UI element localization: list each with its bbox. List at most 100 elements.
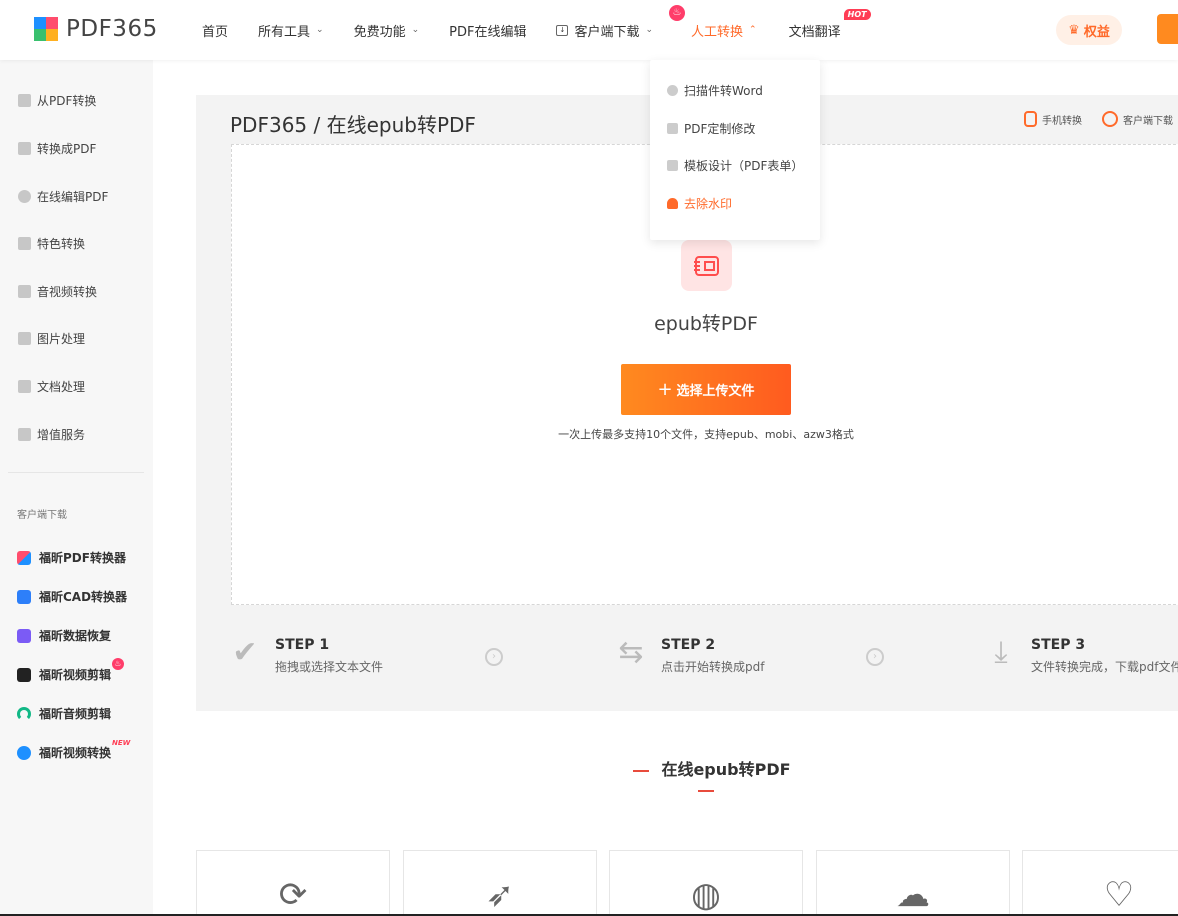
scan-icon [667,85,678,96]
download-icon: ↓ [556,24,569,36]
login-button[interactable] [1157,14,1178,44]
phone-icon [1024,111,1037,127]
dropdown-item-label: 模板设计（PDF表单） [684,159,804,173]
edit-icon [18,190,31,203]
convert-to-icon [18,142,31,155]
feature-card: ☁ [816,850,1010,916]
sidebar-item-value-added[interactable]: 增值服务 [18,426,85,443]
shield-icon [18,237,31,250]
mobile-convert-link[interactable]: 手机转换 [1024,111,1082,127]
feature-card: ➶ [403,850,597,916]
nav-doc-translate[interactable]: 文档翻译 HOT [789,8,871,40]
sidebar-item-document[interactable]: 文档处理 [18,378,85,395]
benefits-label: 权益 [1083,24,1110,40]
feature-card: ◍ [609,850,803,916]
app-label: 福昕视频剪辑 [39,668,112,682]
main-nav: 首页 所有工具 ⌄ 免费功能 ⌄ PDF在线编辑 ↓ 客户端下载 ⌄ ♨ 人工转换 ⌃ 文档… [202,0,871,60]
dropdown-item-label: 扫描件转Word [684,84,763,98]
rocket-icon: ➶ [485,875,515,915]
chevron-down-icon: ⌄ [316,25,324,35]
nav-pdf-edit[interactable]: PDF在线编辑 [449,21,526,40]
dropdown-item-remove-watermark[interactable]: 去除水印 [667,195,732,212]
sidebar-item-av[interactable]: 音视频转换 [18,283,97,300]
step-title: STEP 3 [1031,637,1086,653]
nav-home[interactable]: 首页 [202,21,228,40]
image-icon [18,332,31,345]
app-video-editor[interactable]: 福昕视频剪辑 ♨ [17,658,124,683]
sidebar-item-label: 在线编辑PDF [37,190,109,204]
sidebar-item-label: 增值服务 [37,428,86,442]
globe-icon: ◍ [691,875,721,915]
dropdown-item-pdf-custom[interactable]: PDF定制修改 [667,120,755,137]
sidebar-item-special[interactable]: 特色转换 [18,235,85,252]
sidebar-item-label: 从PDF转换 [37,94,97,108]
stamp-icon [667,198,678,209]
nav-manual-convert[interactable]: ♨ 人工转换 ⌃ [669,4,757,40]
benefits-button[interactable]: ♛ 权益 [1056,15,1122,45]
plus-icon: + [657,378,673,400]
download-icon [1102,111,1118,127]
sidebar-item-image[interactable]: 图片处理 [18,330,85,347]
sidebar-item-edit-pdf[interactable]: 在线编辑PDF [18,188,108,205]
epub-glyph-icon [693,255,719,276]
step-desc: 点击开始转换成pdf [661,660,765,674]
step-desc: 文件转换完成，下载pdf文件 [1031,660,1178,674]
dropdown-item-label: PDF定制修改 [684,122,756,136]
dropdown-item-scan-to-word[interactable]: 扫描件转Word [667,82,763,99]
sidebar-item-from-pdf[interactable]: 从PDF转换 [18,92,96,109]
sidebar-divider [8,472,144,473]
sidebar-item-to-pdf[interactable]: 转换成PDF [18,140,96,157]
client-download-label: 客户端下载 [1123,115,1173,127]
nav-all-tools-label: 所有工具 [258,24,311,40]
app-label: 福昕数据恢复 [39,629,112,643]
upload-hint: 一次上传最多支持10个文件，支持epub、mobi、azw3格式 [558,428,854,441]
step-title: STEP 2 [661,637,716,653]
cad-converter-icon [17,589,31,604]
top-header: PDF365 首页 所有工具 ⌄ 免费功能 ⌄ PDF在线编辑 ↓ 客户端下载 ⌄ ♨ 人… [0,0,1178,60]
audio-editor-icon [17,706,31,721]
section-title: 在线epub转PDF [606,756,806,799]
logo[interactable]: PDF365 [34,16,158,42]
app-pdf-converter[interactable]: 福昕PDF转换器 [17,549,126,566]
template-icon [667,160,678,171]
section-title-text: 在线epub转PDF [661,760,791,779]
convert-from-icon [18,94,31,107]
panel-links: 手机转换 客户端下载 [1024,111,1173,127]
upload-button-label: 选择上传文件 [676,384,755,399]
epub-file-icon [681,240,732,291]
app-label: 福昕CAD转换器 [39,590,128,604]
downloads-caption: 客户端下载 [17,510,67,521]
nav-pdf-edit-label: PDF在线编辑 [449,24,527,40]
app-video-converter[interactable]: 福昕视频转换 NEW [17,739,130,761]
file-type-label: epub转PDF [654,313,758,335]
arrow-right-icon: › [866,648,884,666]
flame-icon: ♨ [112,658,124,670]
nav-free-features[interactable]: 免费功能 ⌄ [354,21,420,40]
feature-card: ⟳ [196,850,390,916]
sidebar-item-label: 转换成PDF [37,142,97,156]
sidebar-item-label: 文档处理 [37,380,86,394]
list-icon [18,428,31,441]
manual-convert-dropdown: 扫描件转Word PDF定制修改 模板设计（PDF表单） 去除水印 [650,60,820,240]
chevron-down-icon: ⌄ [411,25,420,35]
document-icon [18,380,31,393]
step-title: STEP 1 [275,637,330,653]
download-tray-icon: ⤓ [994,635,1008,670]
sidebar-item-label: 图片处理 [37,332,86,346]
nav-home-label: 首页 [202,24,229,40]
app-label: 福昕PDF转换器 [39,551,126,565]
client-download-link[interactable]: 客户端下载 [1102,111,1173,127]
app-label: 福昕视频转换 [39,746,112,760]
nav-client-download[interactable]: ↓ 客户端下载 ⌄ [556,21,653,40]
pdf-converter-icon [17,550,31,565]
app-data-recovery[interactable]: 福昕数据恢复 [17,627,111,644]
nav-client-download-label: 客户端下载 [574,24,640,40]
dropdown-item-template[interactable]: 模板设计（PDF表单） [667,157,803,174]
app-label: 福昕音频剪辑 [39,707,112,721]
app-audio-editor[interactable]: 福昕音频剪辑 [17,705,111,722]
logo-text: PDF365 [66,16,158,42]
app-cad-converter[interactable]: 福昕CAD转换器 [17,588,127,605]
upload-button[interactable]: + 选择上传文件 [621,364,791,415]
step-3: ⤓ STEP 3 文件转换完成，下载pdf文件 [985,637,1178,675]
nav-all-tools[interactable]: 所有工具 ⌄ [258,21,324,40]
